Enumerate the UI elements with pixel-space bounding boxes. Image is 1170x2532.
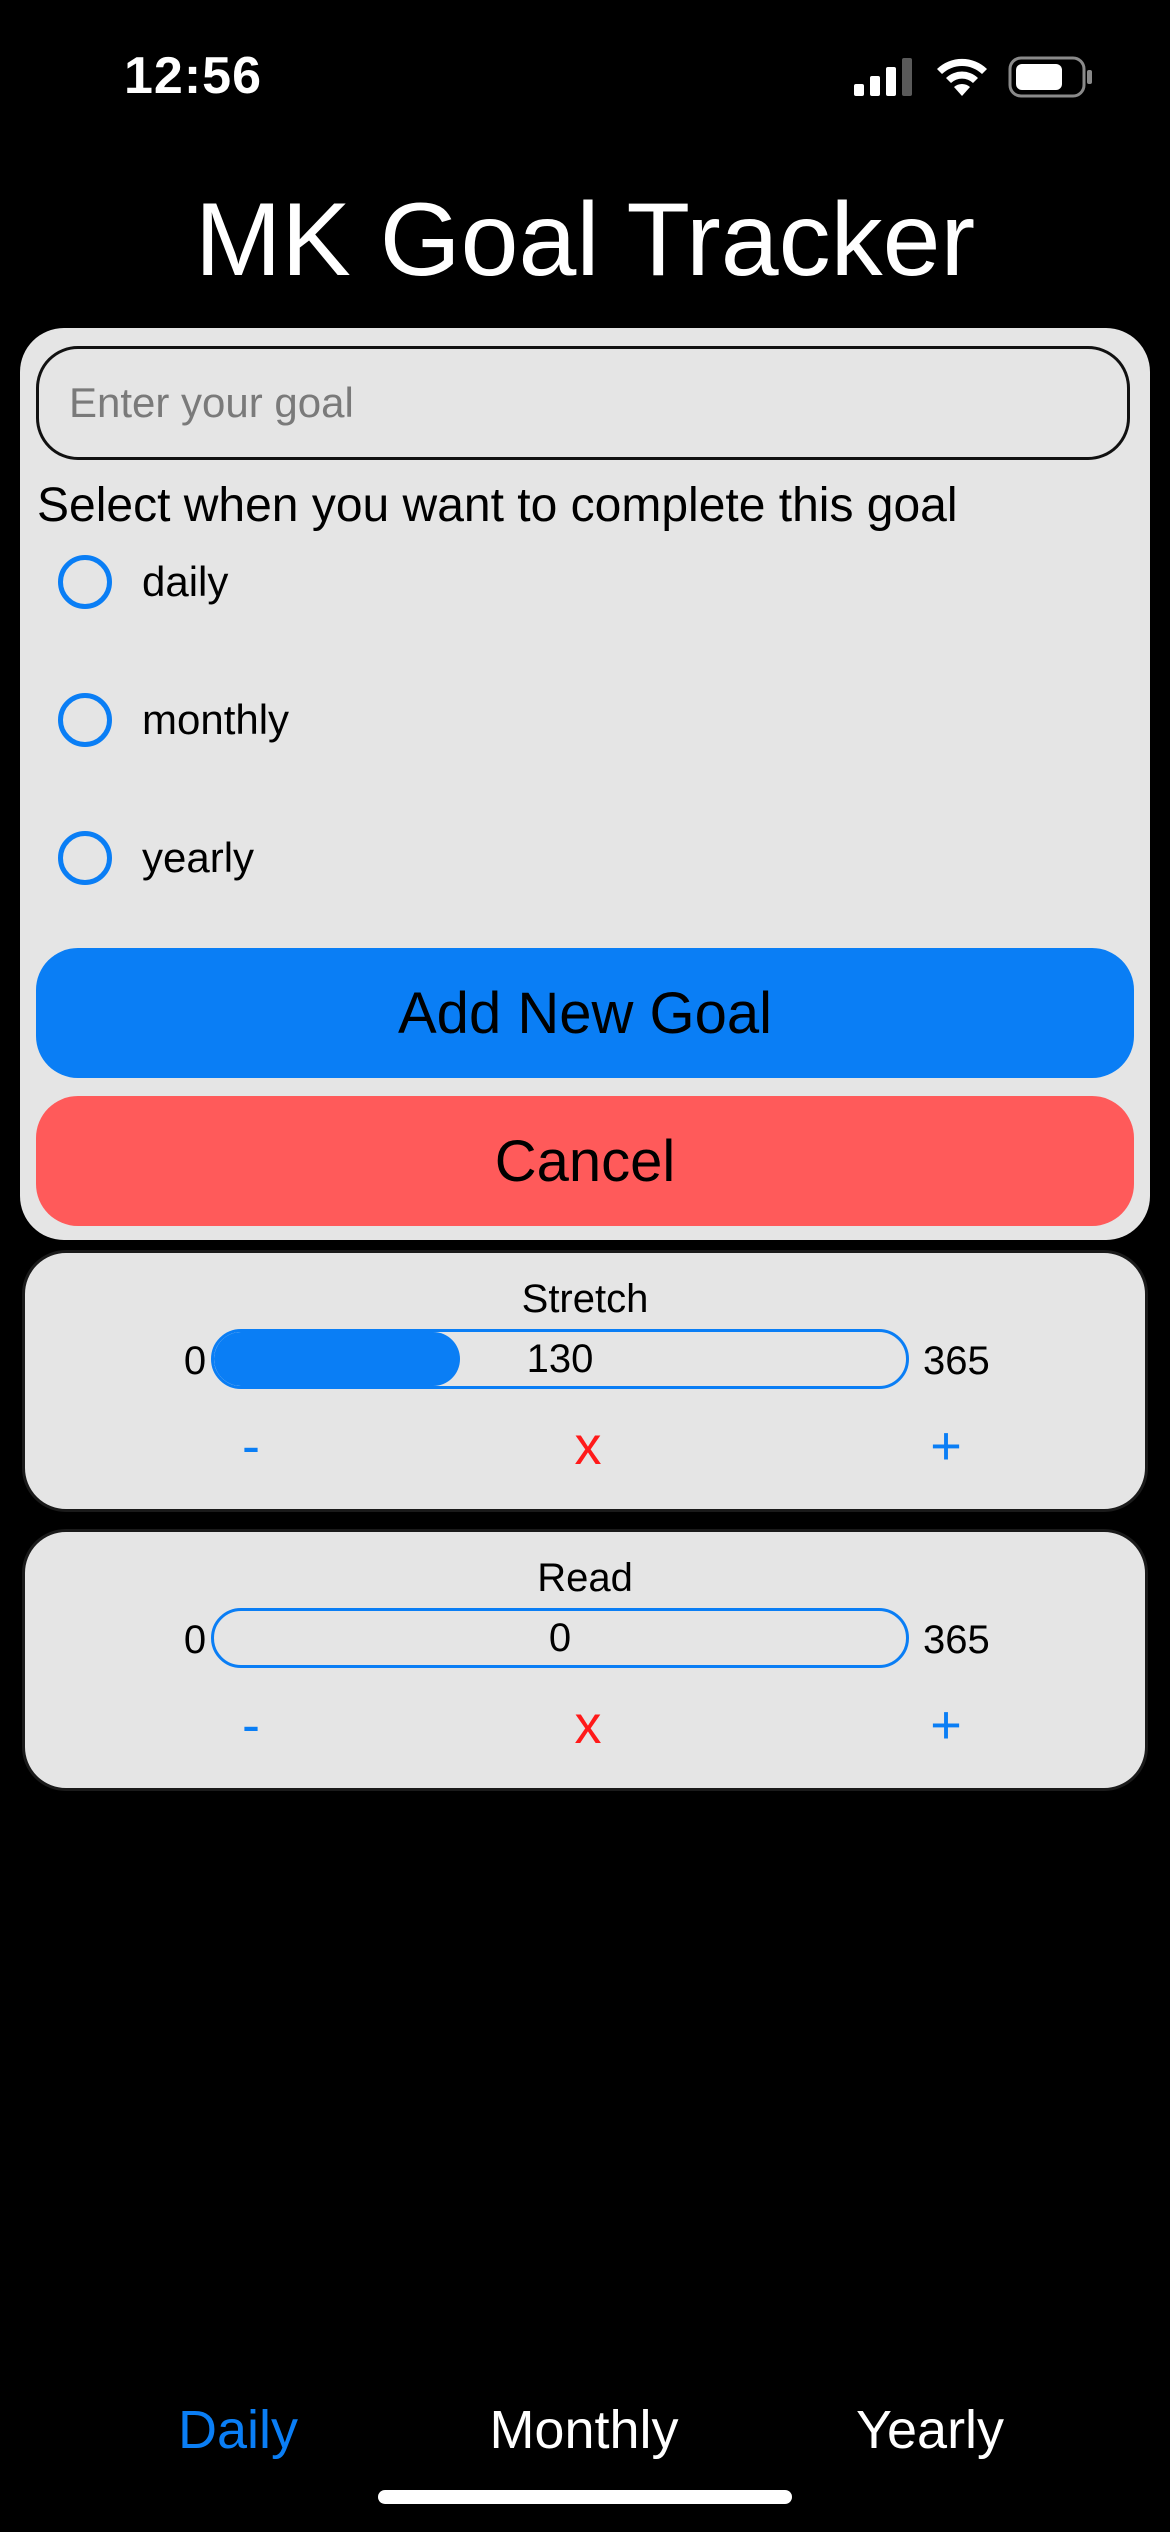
increment-button[interactable]: +: [906, 1690, 986, 1760]
range-max: 365: [923, 1618, 990, 1662]
radio-button-icon[interactable]: [58, 555, 112, 609]
radio-label-yearly: yearly: [142, 834, 255, 881]
delete-goal-button[interactable]: x: [548, 1690, 628, 1760]
tab-yearly[interactable]: Yearly: [780, 2380, 1080, 2480]
progress-bar: 130: [211, 1329, 909, 1389]
increment-button[interactable]: +: [906, 1411, 986, 1481]
decrement-button[interactable]: -: [211, 1411, 291, 1481]
wifi-icon: [937, 58, 987, 96]
radio-label-monthly: monthly: [142, 696, 290, 743]
tab-bar: Daily Monthly Yearly: [0, 2380, 1170, 2480]
radio-button-icon[interactable]: [58, 831, 112, 885]
goal-input[interactable]: [36, 346, 1130, 460]
tab-daily[interactable]: Daily: [88, 2380, 388, 2480]
progress-value: 130: [526, 1336, 594, 1381]
add-goal-form: Select when you want to complete this go…: [20, 328, 1150, 1240]
status-bar: 12:56: [0, 0, 1170, 150]
home-indicator: [378, 2490, 792, 2504]
decrement-button[interactable]: -: [211, 1690, 291, 1760]
range-max: 365: [923, 1339, 990, 1383]
cancel-button[interactable]: Cancel: [36, 1096, 1134, 1226]
radio-button-icon[interactable]: [58, 693, 112, 747]
add-new-goal-button[interactable]: Add New Goal: [36, 948, 1134, 1078]
progress-bar: 0: [211, 1608, 909, 1668]
radio-label-daily: daily: [142, 558, 229, 605]
radio-yearly[interactable]: yearly: [58, 823, 558, 893]
frequency-prompt: Select when you want to complete this go…: [37, 479, 958, 532]
radio-monthly[interactable]: monthly: [58, 685, 558, 755]
status-time: 12:56: [124, 47, 262, 105]
signal-icon: [854, 58, 912, 96]
progress-value: 0: [548, 1615, 572, 1660]
goal-card-stretch: Stretch 0 130 365 - x +: [22, 1250, 1148, 1512]
goal-name: Read: [537, 1556, 633, 1600]
tab-monthly[interactable]: Monthly: [434, 2380, 734, 2480]
page-title: MK Goal Tracker: [194, 182, 976, 298]
battery-icon: [1008, 56, 1092, 98]
goal-card-read: Read 0 0 365 - x +: [22, 1529, 1148, 1791]
radio-daily[interactable]: daily: [58, 547, 558, 617]
delete-goal-button[interactable]: x: [548, 1411, 628, 1481]
goal-name: Stretch: [521, 1277, 649, 1321]
